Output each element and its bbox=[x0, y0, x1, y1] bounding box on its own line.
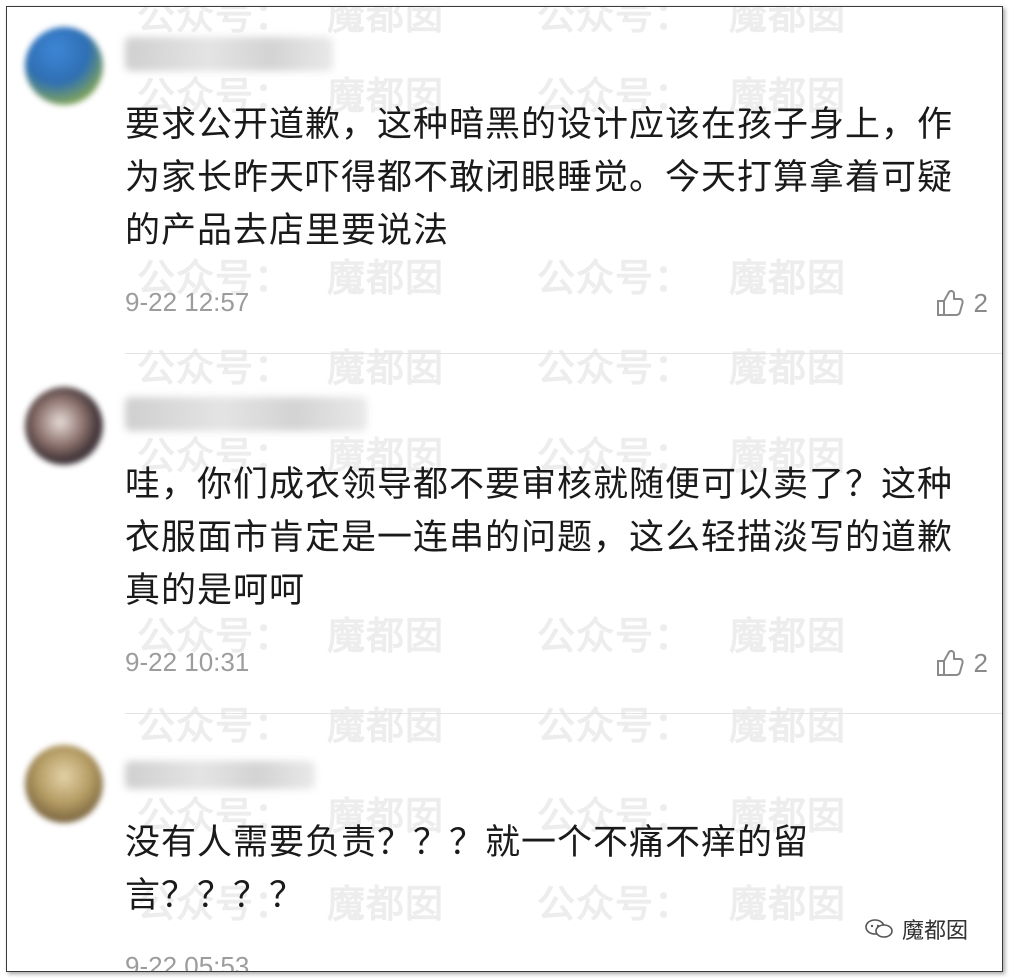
divider bbox=[125, 713, 1002, 714]
comment-text: 要求公开道歉，这种暗黑的设计应该在孩子身上，作为家长昨天吓得都不敢闭眼睡觉。今天… bbox=[125, 105, 954, 251]
like-button[interactable]: 2 bbox=[934, 647, 988, 679]
like-count: 2 bbox=[973, 647, 988, 678]
avatar[interactable] bbox=[25, 387, 103, 465]
watermark-text: 魔都囡 bbox=[729, 704, 847, 748]
avatar[interactable] bbox=[25, 745, 103, 823]
like-button[interactable]: 2 bbox=[934, 287, 988, 319]
watermark-text: 魔都囡 bbox=[327, 346, 445, 390]
comment-timestamp: 9-22 12:57 bbox=[125, 287, 250, 317]
watermark-text: 公众号： bbox=[537, 704, 694, 748]
username-blurred[interactable] bbox=[125, 761, 315, 789]
watermark-text: 魔都囡 bbox=[729, 6, 847, 38]
username-blurred[interactable] bbox=[125, 397, 367, 431]
watermark-text: 魔都囡 bbox=[327, 6, 445, 38]
comment-timestamp: 9-22 05:53 bbox=[125, 951, 250, 972]
avatar[interactable] bbox=[25, 27, 103, 105]
watermark-text: 公众号： bbox=[137, 6, 294, 38]
watermark-text: 魔都囡 bbox=[327, 704, 445, 748]
wechat-bubble-icon bbox=[865, 919, 893, 938]
comment-text: 哇，你们成衣领导都不要审核就随便可以卖了？这种衣服面市肯定是一连串的问题，这么轻… bbox=[125, 465, 954, 611]
watermark-text: 公众号： bbox=[537, 346, 694, 390]
watermark-text: 公众号： bbox=[137, 704, 294, 748]
watermark-text: 魔都囡 bbox=[729, 346, 847, 390]
comment-timestamp: 9-22 10:31 bbox=[125, 647, 250, 677]
thumbs-up-icon bbox=[936, 289, 964, 316]
like-count: 2 bbox=[973, 287, 988, 318]
watermark-text: 公众号： bbox=[537, 6, 694, 38]
badge-label: 魔都囡 bbox=[901, 919, 968, 944]
divider bbox=[125, 353, 1002, 354]
username-blurred[interactable] bbox=[125, 37, 333, 71]
comment-text: 没有人需要负责？？？就一个不痛不痒的留言？？？？ bbox=[125, 823, 810, 916]
thumbs-up-icon bbox=[936, 649, 964, 676]
watermark-text: 公众号： bbox=[137, 346, 294, 390]
account-badge: 魔都囡 bbox=[864, 913, 968, 945]
comments-panel: 公众号： 魔都囡 公众号： 魔都囡 公众号： 魔都囡 公众号： 魔都囡 公众号：… bbox=[6, 6, 1003, 972]
